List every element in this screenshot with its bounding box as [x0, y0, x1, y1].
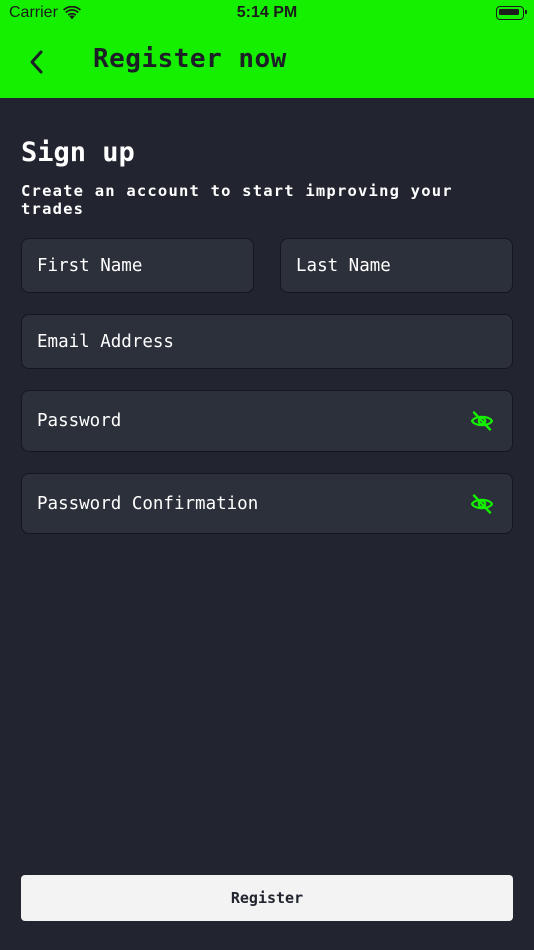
- last-name-field-container: [280, 238, 513, 293]
- last-name-field[interactable]: [281, 239, 512, 292]
- form-subheading: Create an account to start improving you…: [21, 182, 453, 218]
- eye-off-icon[interactable]: [470, 492, 494, 516]
- status-time: 5:14 PM: [236, 4, 298, 21]
- first-name-field[interactable]: [22, 239, 253, 292]
- password-confirmation-field-container: [21, 473, 513, 534]
- password-field-container: [21, 390, 513, 452]
- eye-off-icon[interactable]: [470, 409, 494, 433]
- first-name-field-container: [21, 238, 254, 293]
- form-heading: Sign up: [21, 137, 135, 168]
- page-title: Register now: [93, 44, 287, 74]
- battery-icon: [496, 6, 527, 20]
- app-header: Carrier 5:14 PM Register now: [0, 0, 534, 98]
- password-confirmation-field[interactable]: [22, 474, 512, 533]
- chevron-left-icon: [30, 50, 43, 74]
- email-field-container: [21, 314, 513, 369]
- email-field[interactable]: [22, 315, 512, 368]
- register-button[interactable]: Register: [21, 875, 513, 921]
- status-bar: Carrier 5:14 PM: [0, 0, 534, 28]
- password-field[interactable]: [22, 391, 512, 451]
- back-button[interactable]: [18, 42, 56, 82]
